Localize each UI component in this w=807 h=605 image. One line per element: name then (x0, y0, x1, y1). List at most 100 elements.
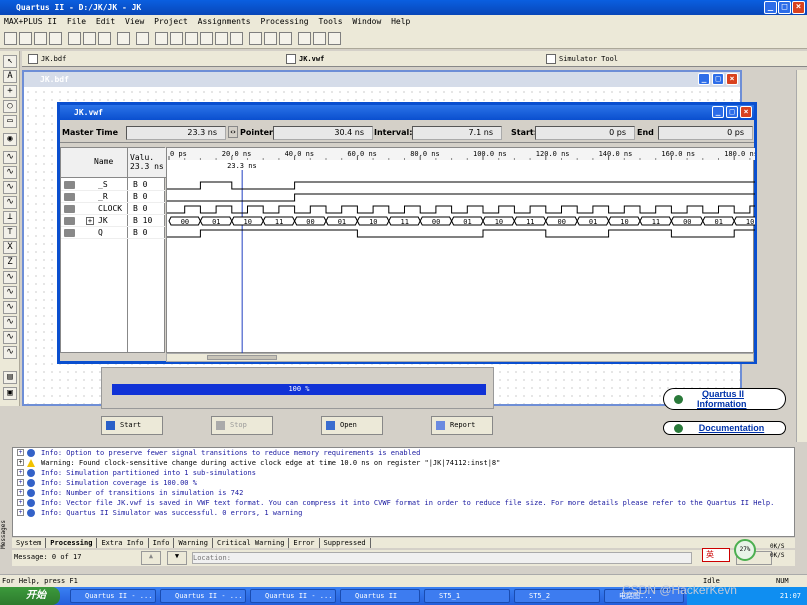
menu-view[interactable]: View (125, 17, 144, 26)
taskbar-item-1[interactable]: Quartus II - ... (70, 589, 156, 603)
bdf-minimize-button[interactable]: _ (698, 73, 710, 85)
close-button[interactable]: × (792, 1, 805, 14)
tab-jk-vwf[interactable]: JK.vwf (284, 53, 324, 66)
expand-message-icon[interactable]: + (17, 469, 24, 476)
stop-button[interactable]: Stop (211, 416, 273, 435)
signal-row[interactable]: Q B 0 (61, 227, 165, 239)
waveform-tool-11-icon[interactable]: ∿ (3, 301, 17, 314)
info-message[interactable]: + Info: Quartus II Simulator was successf… (13, 508, 794, 518)
message-tab-warning[interactable]: Warning (174, 538, 213, 548)
fitter-icon[interactable] (200, 32, 213, 45)
waveform-tool-8-icon[interactable]: Z (3, 256, 17, 269)
find-icon[interactable]: ◉ (3, 133, 17, 146)
expand-message-icon[interactable]: + (17, 449, 24, 456)
taskbar-item-2[interactable]: Quartus II - ... (160, 589, 246, 603)
menu-file[interactable]: File (67, 17, 86, 26)
tab-jk-bdf[interactable]: JK.bdf (26, 53, 66, 66)
tab-simulator-tool[interactable]: Simulator Tool (544, 53, 618, 66)
minimize-button[interactable]: _ (764, 1, 777, 14)
taskbar-item-6[interactable]: ST5_2 (514, 589, 600, 603)
waveform-tool-9-icon[interactable]: ∿ (3, 271, 17, 284)
selection-tool-icon[interactable]: ↖ (3, 55, 17, 68)
vwf-minimize-button[interactable]: _ (712, 106, 724, 118)
message-down-button[interactable]: ▼ (167, 551, 187, 565)
signal-row[interactable]: + JK B 10 (61, 215, 165, 227)
waveform-tool-14-icon[interactable]: ∿ (3, 346, 17, 359)
expand-bus-icon[interactable]: + (86, 217, 94, 225)
scroll-thumb[interactable] (207, 355, 277, 360)
waveform-tool-6-icon[interactable]: ⊤ (3, 226, 17, 239)
print-icon[interactable] (49, 32, 62, 45)
expand-message-icon[interactable]: + (17, 509, 24, 516)
message-tab-error[interactable]: Error (289, 538, 320, 548)
message-tab-suppressed[interactable]: Suppressed (320, 538, 371, 548)
report-button[interactable]: Report (431, 416, 493, 435)
waveform-tool-5-icon[interactable]: ⊥ (3, 211, 17, 224)
cut-icon[interactable] (68, 32, 81, 45)
magnify-icon[interactable]: ○ (3, 100, 17, 113)
maximize-button[interactable]: □ (778, 1, 791, 14)
right-scrollbar[interactable] (796, 70, 807, 442)
bdf-maximize-button[interactable]: □ (712, 73, 724, 85)
waveform-canvas[interactable]: 0 ps 20.0 ns 40.0 ns 60.0 ns 80.0 ns 100.0 ns… (167, 148, 755, 354)
start-button[interactable]: Start (101, 416, 163, 435)
menu-tools[interactable]: Tools (318, 17, 342, 26)
menu-assignments[interactable]: Assignments (198, 17, 251, 26)
taskbar-item-4[interactable]: Quartus II (340, 589, 420, 603)
expand-message-icon[interactable]: + (17, 459, 24, 466)
help-pointer-icon[interactable] (136, 32, 149, 45)
waveform-tool-10-icon[interactable]: ∿ (3, 286, 17, 299)
message-tab-system[interactable]: System (12, 538, 47, 548)
count-value-icon[interactable]: ▣ (3, 387, 17, 400)
rtl-viewer-icon[interactable] (328, 32, 341, 45)
analyze-icon[interactable] (185, 32, 198, 45)
fullscreen-icon[interactable]: ▭ (3, 115, 17, 128)
pointer-arrows-icon[interactable]: ‹› (228, 126, 238, 138)
programmer-icon[interactable] (298, 32, 311, 45)
signal-row[interactable]: _S B 0 (61, 179, 165, 191)
sort-icon[interactable]: ▤ (3, 371, 17, 384)
menu-window[interactable]: Window (352, 17, 381, 26)
open-button[interactable]: Open (321, 416, 383, 435)
documentation-link[interactable]: Documentation (663, 421, 786, 435)
compile-icon[interactable] (170, 32, 183, 45)
waveform-tool-1-icon[interactable]: ∿ (3, 151, 17, 164)
info-message[interactable]: + Info: Simulation partitioned into 1 sub… (13, 468, 794, 478)
waveform-horizontal-scrollbar[interactable] (166, 353, 754, 362)
menu-processing[interactable]: Processing (260, 17, 308, 26)
message-location-field[interactable] (192, 552, 692, 564)
message-tab-critical-warning[interactable]: Critical Warning (213, 538, 290, 548)
menu-help[interactable]: Help (391, 17, 410, 26)
stop-icon[interactable] (313, 32, 326, 45)
menu-maxplus[interactable]: MAX+PLUS II (4, 17, 57, 26)
simulate-icon[interactable] (249, 32, 262, 45)
warning-message[interactable]: + Warning: Found clock-sensitive change d… (13, 458, 794, 468)
expand-message-icon[interactable]: + (17, 499, 24, 506)
message-tab-processing[interactable]: Processing (46, 538, 98, 548)
chip-planner-icon[interactable] (279, 32, 292, 45)
waveform-tool-3-icon[interactable]: ∿ (3, 181, 17, 194)
menu-project[interactable]: Project (154, 17, 188, 26)
master-time-value[interactable]: 23.3 ns (126, 126, 226, 140)
waveform-tool-12-icon[interactable]: ∿ (3, 316, 17, 329)
zoom-tool-icon[interactable]: + (3, 85, 17, 98)
save-icon[interactable] (34, 32, 47, 45)
copy-icon[interactable] (83, 32, 96, 45)
signal-row[interactable]: _R B 0 (61, 191, 165, 203)
message-tab-info[interactable]: Info (149, 538, 175, 548)
waveform-tool-4-icon[interactable]: ∿ (3, 196, 17, 209)
vwf-close-button[interactable]: × (740, 106, 752, 118)
start-button-taskbar[interactable]: 开始 (0, 587, 60, 605)
taskbar-item-5[interactable]: ST5_1 (424, 589, 510, 603)
warning-tool-icon[interactable] (155, 32, 168, 45)
info-message[interactable]: + Info: Simulation coverage is 100.00 % (13, 478, 794, 488)
vwf-maximize-button[interactable]: □ (726, 106, 738, 118)
info-message[interactable]: + Info: Vector file JK.vwf is saved in VW… (13, 498, 794, 508)
message-up-button[interactable]: ▲ (141, 551, 161, 565)
quartus-info-link[interactable]: Quartus II Information (663, 388, 786, 410)
undo-icon[interactable] (117, 32, 130, 45)
text-tool-icon[interactable]: A (3, 70, 17, 83)
open-file-icon[interactable] (19, 32, 32, 45)
waveform-area[interactable]: 0 ps 20.0 ns 40.0 ns 60.0 ns 80.0 ns 100.0 ns… (166, 147, 755, 354)
report-icon[interactable] (264, 32, 277, 45)
